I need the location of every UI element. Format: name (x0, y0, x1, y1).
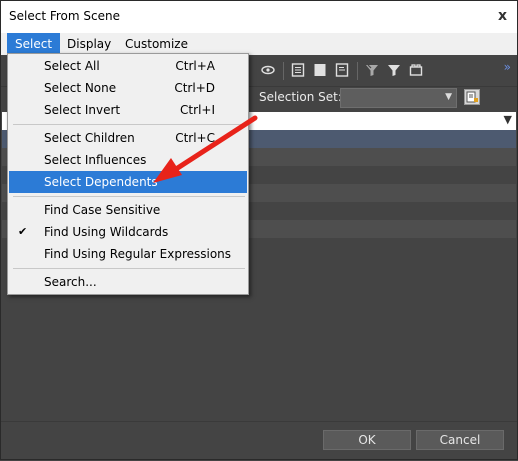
menu-item-select-invert[interactable]: Select Invert Ctrl+I (9, 99, 247, 121)
filter-special-icon[interactable] (365, 63, 379, 77)
menu-item-label: Find Using Regular Expressions (44, 247, 232, 261)
filter-icon[interactable] (387, 63, 401, 77)
toolbar-overflow-icon[interactable]: » (504, 60, 511, 74)
select-menu-dropdown: Select All Ctrl+A Select None Ctrl+D Sel… (7, 53, 249, 295)
cancel-button[interactable]: Cancel (416, 430, 504, 450)
menu-item-select-none[interactable]: Select None Ctrl+D (9, 77, 247, 99)
menu-divider (13, 124, 245, 125)
menu-item-select-all[interactable]: Select All Ctrl+A (9, 55, 247, 77)
menu-divider (13, 268, 245, 269)
menu-item-find-using-regex[interactable]: Find Using Regular Expressions (9, 243, 247, 265)
menu-item-label: Select Invert (44, 103, 121, 117)
toolbar-divider (357, 62, 358, 80)
selection-set-dropdown[interactable]: ▼ (340, 88, 457, 108)
menu-bar: Select Display Customize (1, 33, 517, 55)
menu-item-shortcut: Ctrl+D (174, 81, 215, 95)
edit-selection-set-button[interactable] (464, 89, 480, 105)
checkmark-icon: ✔ (18, 225, 28, 238)
title-bar: Select From Scene x (1, 1, 517, 33)
menu-item-label: Select Influences (44, 153, 147, 167)
menu-item-shortcut: Ctrl+A (175, 59, 215, 73)
display-list-icon[interactable] (291, 63, 305, 77)
close-icon[interactable]: x (498, 8, 507, 24)
menu-select[interactable]: Select (7, 33, 61, 55)
dialog-footer: OK Cancel (1, 421, 517, 459)
menu-divider (13, 196, 245, 197)
menu-item-find-using-wildcards[interactable]: ✔ Find Using Wildcards (9, 221, 247, 243)
menu-item-shortcut: Ctrl+C (175, 131, 215, 145)
menu-item-shortcut: Ctrl+I (180, 103, 215, 117)
menu-item-select-influences[interactable]: Select Influences (9, 149, 247, 171)
toolbar-divider (283, 62, 284, 80)
menu-item-label: Select None (44, 81, 117, 95)
eye-icon[interactable] (261, 63, 275, 77)
ok-button[interactable]: OK (323, 430, 411, 450)
menu-item-label: Find Using Wildcards (44, 225, 169, 239)
layer-icon[interactable] (409, 63, 423, 77)
dialog-title: Select From Scene (9, 9, 120, 23)
menu-customize[interactable]: Customize (117, 33, 196, 55)
edit-selection-set-icon (466, 91, 478, 103)
display-blank-icon[interactable] (313, 63, 327, 77)
display-doc-icon[interactable] (335, 63, 349, 77)
menu-item-select-dependents[interactable]: Select Dependents (9, 171, 247, 193)
menu-item-label: Select Dependents (44, 175, 158, 189)
chevron-down-icon: ▼ (445, 92, 452, 102)
menu-item-label: Search... (44, 275, 97, 289)
menu-item-search[interactable]: Search... (9, 271, 247, 293)
selection-set-label: Selection Set: (259, 90, 342, 104)
menu-item-find-case-sensitive[interactable]: Find Case Sensitive (9, 199, 247, 221)
sort-icon[interactable]: ▼ (504, 113, 512, 126)
menu-item-label: Find Case Sensitive (44, 203, 161, 217)
menu-display[interactable]: Display (59, 33, 119, 55)
menu-item-label: Select Children (44, 131, 135, 145)
menu-item-select-children[interactable]: Select Children Ctrl+C (9, 127, 247, 149)
select-from-scene-dialog: Select From Scene x Select Display Custo… (0, 0, 518, 460)
menu-item-label: Select All (44, 59, 100, 73)
